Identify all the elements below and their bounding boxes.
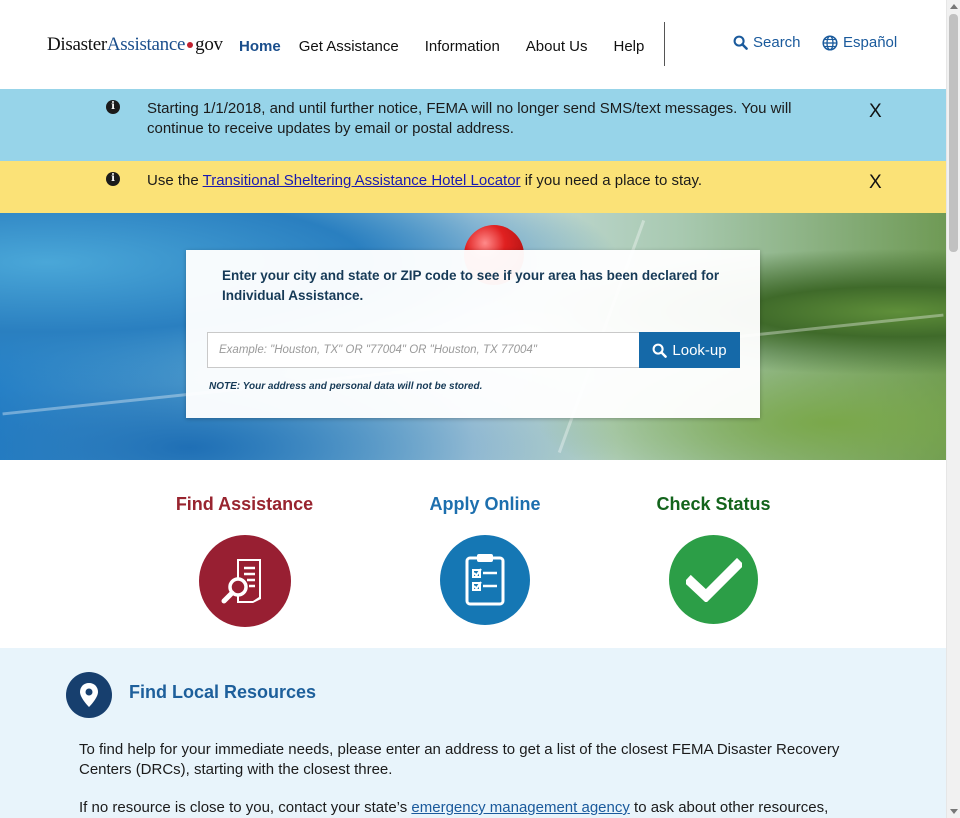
main-nav: Home Get Assistance Information About Us… <box>239 38 670 55</box>
action-tiles: Find Assistance Apply Online Check Statu… <box>0 460 946 648</box>
hero-map-background: Enter your city and state or ZIP code to… <box>0 213 946 460</box>
nav-get-assistance[interactable]: Get Assistance <box>299 38 399 55</box>
emergency-management-agency-link[interactable]: emergency management agency <box>411 799 629 816</box>
page: DisasterAssistance gov Home Get Assistanc… <box>0 0 946 818</box>
nav-information[interactable]: Information <box>425 38 500 55</box>
apply-online-icon <box>440 535 530 625</box>
search-icon <box>733 35 748 50</box>
info-icon: i <box>106 172 120 186</box>
contact-text-suffix: to ask about other resources, <box>629 799 829 816</box>
page-scrollbar[interactable] <box>946 0 960 818</box>
hotel-alert-suffix: if you need a place to stay. <box>520 172 703 189</box>
lookup-card: Enter your city and state or ZIP code to… <box>186 250 760 418</box>
sms-alert-banner: i Starting 1/1/2018, and until further n… <box>0 89 946 161</box>
site-logo[interactable]: DisasterAssistance gov <box>47 34 223 56</box>
search-link[interactable]: Search <box>733 34 801 51</box>
info-icon: i <box>106 100 120 114</box>
nav-about-us[interactable]: About Us <box>526 38 588 55</box>
find-assistance-title: Find Assistance <box>175 494 314 514</box>
sms-alert-close-button[interactable]: X <box>869 101 882 123</box>
find-assistance-tile[interactable]: Find Assistance <box>174 494 315 627</box>
sms-alert-text: Starting 1/1/2018, and until further not… <box>147 100 792 137</box>
hotel-locator-link[interactable]: Transitional Sheltering Assistance Hotel… <box>203 172 521 189</box>
hotel-alert-banner: i Use the Transitional Sheltering Assist… <box>0 161 946 213</box>
find-assistance-icon <box>198 535 291 627</box>
lookup-button-label: Look-up <box>672 341 727 359</box>
lookup-prompt: Enter your city and state or ZIP code to… <box>222 268 720 303</box>
logo-dot <box>187 41 194 48</box>
search-label: Search <box>753 34 801 51</box>
apply-online-title: Apply Online <box>429 494 541 514</box>
search-icon <box>652 343 668 358</box>
check-status-title: Check Status <box>656 494 771 514</box>
hotel-alert-prefix: Use the <box>147 172 203 189</box>
local-resources-contact-text: If no resource is close to you, contact … <box>79 798 869 818</box>
hotel-alert-close-button[interactable]: X <box>869 172 882 194</box>
lookup-button[interactable]: Look-up <box>639 332 740 368</box>
site-header: DisasterAssistance gov Home Get Assistanc… <box>0 0 946 89</box>
hotel-alert-text: Use the Transitional Sheltering Assistan… <box>147 171 807 191</box>
scrollbar-thumb[interactable] <box>949 14 958 252</box>
local-resources-section: Find Local Resources To find help for yo… <box>0 648 946 818</box>
checkmark-icon <box>669 535 758 624</box>
nav-help[interactable]: Help <box>614 38 645 55</box>
language-label: Español <box>843 34 898 51</box>
logo-text-gov: gov <box>195 34 223 55</box>
location-pin-icon <box>66 672 112 718</box>
nav-divider <box>664 22 665 66</box>
lookup-form: Look-up <box>207 332 740 368</box>
apply-online-tile[interactable]: Apply Online <box>429 494 541 625</box>
check-status-tile[interactable]: Check Status <box>655 494 772 624</box>
local-resources-description: To find help for your immediate needs, p… <box>79 741 840 778</box>
location-search-input[interactable] <box>208 333 639 367</box>
globe-icon <box>822 34 838 51</box>
logo-text-assistance: Assistance <box>106 34 186 55</box>
contact-text-prefix: If no resource is close to you, contact … <box>79 799 412 816</box>
language-link[interactable]: Español <box>822 34 897 51</box>
scroll-down-arrow-icon[interactable] <box>950 809 958 814</box>
scroll-up-arrow-icon[interactable] <box>950 4 958 9</box>
logo-text-disaster: Disaster <box>47 34 107 55</box>
nav-home[interactable]: Home <box>239 38 281 55</box>
privacy-note: NOTE: Your address and personal data wil… <box>209 381 483 392</box>
local-resources-title: Find Local Resources <box>129 682 317 702</box>
